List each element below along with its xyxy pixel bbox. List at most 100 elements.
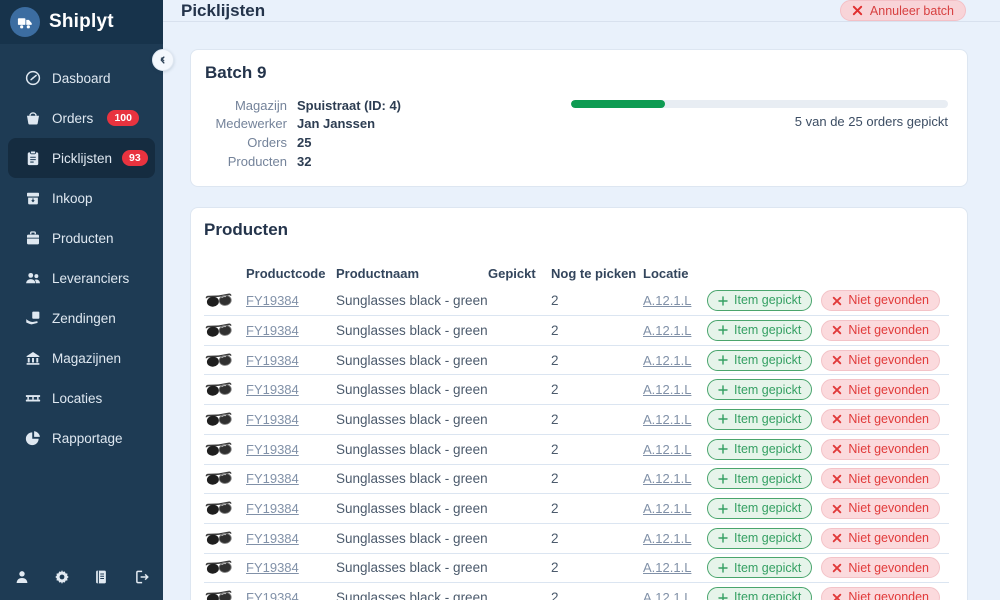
productcode-link[interactable]: FY19384	[246, 382, 299, 397]
column-header: Locatie	[643, 266, 707, 281]
item-gepickt-button[interactable]: Item gepickt	[707, 379, 812, 400]
sunglasses-image	[204, 441, 234, 458]
batch-progress: 5 van de 25 orders gepickt	[571, 100, 948, 170]
niet-gevonden-button[interactable]: Niet gevonden	[821, 320, 940, 341]
locatie-link[interactable]: A.12.1.L	[643, 293, 691, 308]
productnaam-cell: Sunglasses black - green	[336, 442, 488, 457]
niet-gevonden-button[interactable]: Niet gevonden	[821, 350, 940, 371]
sunglasses-image	[204, 500, 234, 517]
app-logo: Shiplyt	[0, 0, 163, 44]
productcode-link[interactable]: FY19384	[246, 560, 299, 575]
locatie-link[interactable]: A.12.1.L	[643, 501, 691, 516]
nog-te-picken-cell: 2	[551, 471, 643, 486]
niet-gevonden-button[interactable]: Niet gevonden	[821, 468, 940, 489]
item-gepickt-button[interactable]: Item gepickt	[707, 320, 812, 341]
niet-gevonden-button[interactable]: Niet gevonden	[821, 409, 940, 430]
locatie-link[interactable]: A.12.1.L	[643, 560, 691, 575]
table-row: FY19384 Sunglasses black - green 2 A.12.…	[204, 494, 949, 524]
sidebar-item-label: Producten	[52, 231, 114, 246]
locatie-link[interactable]: A.12.1.L	[643, 353, 691, 368]
locatie-link[interactable]: A.12.1.L	[643, 323, 691, 338]
productcode-link[interactable]: FY19384	[246, 412, 299, 427]
sidebar-item-picklijsten[interactable]: Picklijsten93	[8, 138, 155, 178]
item-gepickt-button[interactable]: Item gepickt	[707, 409, 812, 430]
item-gepickt-button[interactable]: Item gepickt	[707, 557, 812, 578]
logout-icon[interactable]	[132, 568, 150, 586]
productcode-link[interactable]: FY19384	[246, 442, 299, 457]
sidebar-item-orders[interactable]: Orders100	[8, 98, 155, 138]
item-gepickt-button[interactable]: Item gepickt	[707, 468, 812, 489]
plus-icon	[718, 414, 728, 424]
product-thumbnail	[204, 381, 246, 398]
product-thumbnail	[204, 441, 246, 458]
niet-gevonden-button[interactable]: Niet gevonden	[821, 557, 940, 578]
niet-gevonden-button[interactable]: Niet gevonden	[821, 498, 940, 519]
productcode-link[interactable]: FY19384	[246, 471, 299, 486]
sidebar-item-rapportage[interactable]: Rapportage	[8, 418, 155, 458]
item-gepickt-label: Item gepickt	[734, 413, 801, 426]
item-gepickt-label: Item gepickt	[734, 502, 801, 515]
row-actions: Item gepickt Niet gevonden	[707, 290, 949, 311]
sidebar-item-locaties[interactable]: Locaties	[8, 378, 155, 418]
niet-gevonden-label: Niet gevonden	[848, 413, 929, 426]
column-header: Nog te picken	[551, 266, 643, 281]
user-icon[interactable]	[13, 568, 31, 586]
sunglasses-image	[204, 292, 234, 309]
product-thumbnail	[204, 352, 246, 369]
cancel-batch-button[interactable]: Annuleer batch	[840, 0, 966, 21]
productnaam-cell: Sunglasses black - green	[336, 293, 488, 308]
niet-gevonden-button[interactable]: Niet gevonden	[821, 587, 940, 600]
product-thumbnail	[204, 292, 246, 309]
productcode-link[interactable]: FY19384	[246, 590, 299, 600]
niet-gevonden-button[interactable]: Niet gevonden	[821, 528, 940, 549]
productcode-link[interactable]: FY19384	[246, 323, 299, 338]
productcode-link[interactable]: FY19384	[246, 531, 299, 546]
nog-te-picken-cell: 2	[551, 412, 643, 427]
sidebar-item-label: Inkoop	[52, 191, 93, 206]
sunglasses-image	[204, 411, 234, 428]
batch-card: Batch 9 MagazijnSpuistraat (ID: 4)Medewe…	[190, 49, 968, 187]
niet-gevonden-button[interactable]: Niet gevonden	[821, 290, 940, 311]
locatie-link[interactable]: A.12.1.L	[643, 471, 691, 486]
close-icon	[832, 533, 842, 543]
products-title: Producten	[204, 220, 949, 240]
item-gepickt-label: Item gepickt	[734, 562, 801, 575]
item-gepickt-button[interactable]: Item gepickt	[707, 290, 812, 311]
close-icon	[832, 474, 842, 484]
item-gepickt-button[interactable]: Item gepickt	[707, 439, 812, 460]
item-gepickt-button[interactable]: Item gepickt	[707, 587, 812, 600]
locatie-link[interactable]: A.12.1.L	[643, 442, 691, 457]
sidebar-item-zendingen[interactable]: Zendingen	[8, 298, 155, 338]
batch-field-row: MedewerkerJan Janssen	[205, 115, 401, 134]
field-value: 25	[297, 135, 311, 150]
sidebar-collapse-button[interactable]	[152, 49, 174, 71]
item-gepickt-button[interactable]: Item gepickt	[707, 498, 812, 519]
sidebar-item-magazijnen[interactable]: Magazijnen	[8, 338, 155, 378]
sidebar-item-leveranciers[interactable]: Leveranciers	[8, 258, 155, 298]
log-icon[interactable]	[92, 568, 110, 586]
niet-gevonden-button[interactable]: Niet gevonden	[821, 379, 940, 400]
item-gepickt-button[interactable]: Item gepickt	[707, 528, 812, 549]
count-badge: 100	[107, 110, 139, 126]
sidebar-item-inkoop[interactable]: Inkoop	[8, 178, 155, 218]
locatie-link[interactable]: A.12.1.L	[643, 531, 691, 546]
product-thumbnail	[204, 500, 246, 517]
productcode-link[interactable]: FY19384	[246, 501, 299, 516]
sidebar-item-producten[interactable]: Producten	[8, 218, 155, 258]
sidebar: Shiplyt DasboardOrders100Picklijsten93 In…	[0, 0, 163, 600]
locatie-link[interactable]: A.12.1.L	[643, 412, 691, 427]
purchase-icon	[24, 189, 42, 207]
locatie-link[interactable]: A.12.1.L	[643, 590, 691, 600]
sunglasses-image	[204, 589, 234, 600]
item-gepickt-button[interactable]: Item gepickt	[707, 350, 812, 371]
locatie-link[interactable]: A.12.1.L	[643, 382, 691, 397]
productcode-link[interactable]: FY19384	[246, 353, 299, 368]
sidebar-item-dasboard[interactable]: Dasboard	[8, 58, 155, 98]
plus-icon	[718, 296, 728, 306]
field-label: Producten	[205, 154, 287, 169]
productnaam-cell: Sunglasses black - green	[336, 590, 488, 600]
productnaam-cell: Sunglasses black - green	[336, 353, 488, 368]
gear-icon[interactable]	[53, 568, 71, 586]
productcode-link[interactable]: FY19384	[246, 293, 299, 308]
niet-gevonden-button[interactable]: Niet gevonden	[821, 439, 940, 460]
